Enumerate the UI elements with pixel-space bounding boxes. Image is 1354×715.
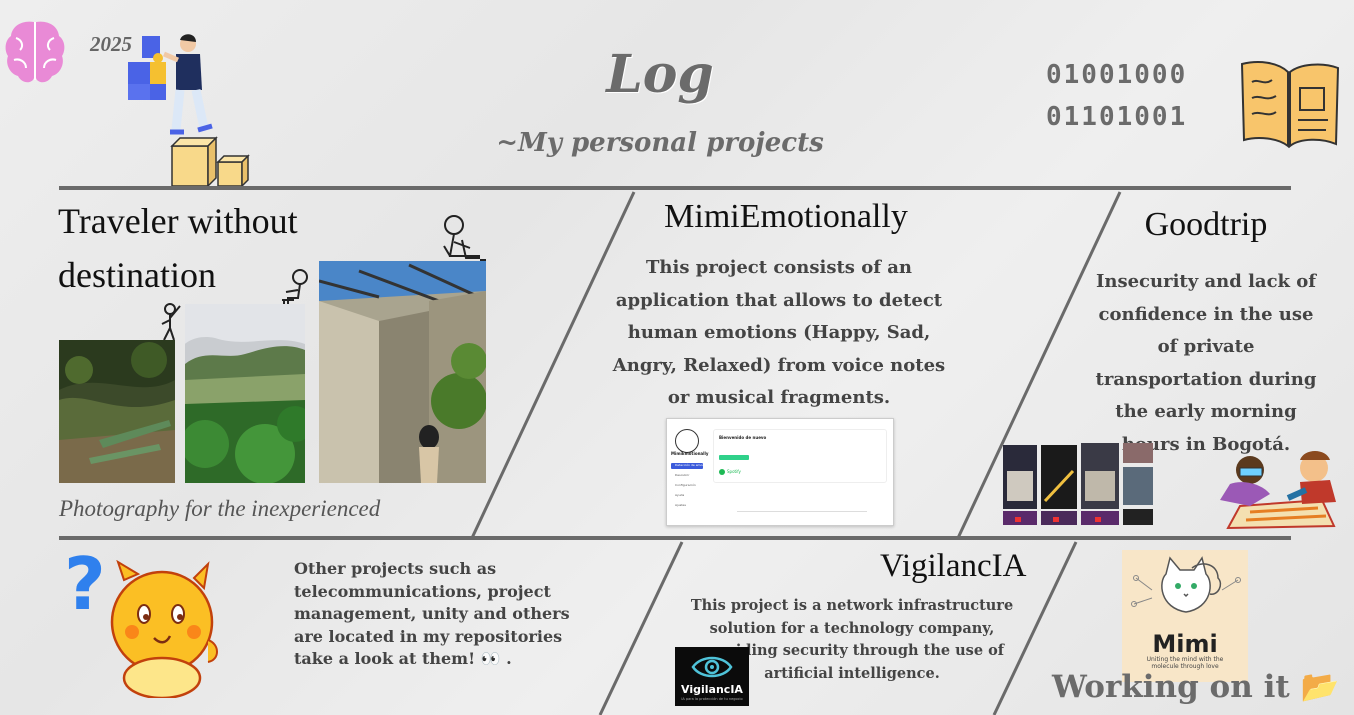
app-menu-item-1[interactable]: Detección de emoción — [675, 463, 709, 467]
goodtrip-description: Insecurity and lack of confidence in the… — [1095, 271, 1317, 455]
app-menu-item-4[interactable]: Ayuda — [675, 493, 684, 497]
question-mark-icon: ? — [64, 542, 106, 626]
puzzle-person-illustration — [126, 32, 214, 140]
binary-line-2: 01101001 — [1046, 102, 1188, 132]
traveler-title-line-2: destination — [58, 255, 216, 295]
cat-brain-icon — [1131, 556, 1241, 613]
binary-line-1: 01001000 — [1046, 60, 1188, 90]
mimi-emotionally-description: This project consists of an application … — [612, 257, 946, 408]
yellow-mascot-illustration — [104, 559, 222, 700]
mimi-emotionally-title: MimiEmotionally — [664, 198, 908, 235]
other-projects-text-end: . — [500, 649, 512, 669]
other-projects-text-body: Other projects such as telecommunication… — [294, 559, 570, 669]
stick-figure-laptop-icon — [440, 214, 488, 264]
app-menu-item-5[interactable]: Ajustes — [675, 503, 686, 507]
middle-divider — [59, 536, 1291, 540]
spotify-icon — [719, 469, 725, 475]
goodtrip-screenshot-collage — [1003, 441, 1157, 525]
photo-forest-path — [59, 340, 175, 483]
mimi-logo-text: Mimi — [1152, 630, 1218, 658]
page-subtitle: ~My personal projects — [496, 128, 824, 158]
top-divider — [59, 186, 1291, 190]
vigilancia-logo-sub: IA para la protección de tu negocio — [681, 697, 743, 701]
app-spotify-label: Spotify — [727, 469, 741, 474]
mimi-logo-card: Mimi Uniting the mind with the molecule … — [1122, 550, 1248, 682]
vigilancia-title: VigilancIA — [880, 548, 1027, 584]
stick-figure-waving-icon — [158, 302, 182, 342]
app-menu-item-2[interactable]: Descubrir — [675, 473, 689, 477]
mimi-emotionally-app-screenshot: MimiEmotionally Detección de emoción Des… — [666, 418, 894, 526]
open-book-icon — [1238, 58, 1342, 150]
page-title: Log — [606, 44, 714, 105]
goodtrip-title: Goodtrip — [1144, 206, 1268, 243]
app-menu-item-3[interactable]: Configuración — [675, 483, 696, 487]
vigilancia-logo-text: VigilancIA — [681, 683, 743, 696]
working-on-it-text: Working on it — [1052, 669, 1290, 705]
eyes-emoji-icon: 👀 — [480, 649, 501, 669]
kids-board-game-illustration — [1210, 450, 1346, 530]
app-welcome-text: Bienvenido de nuevo — [719, 435, 767, 440]
working-on-it-label: Working on it 📂 — [1052, 668, 1339, 705]
photo-mountain-valley — [185, 304, 305, 483]
brain-icon — [4, 18, 66, 86]
app-upload-button[interactable] — [719, 455, 749, 460]
traveler-caption: Photography for the inexperienced — [59, 496, 381, 521]
app-logo-icon — [675, 429, 699, 453]
photo-ruins-traveler — [319, 261, 486, 483]
app-brand: MimiEmotionally — [671, 451, 709, 456]
boxes-illustration — [170, 136, 252, 188]
folder-icon: 📂 — [1300, 669, 1340, 705]
app-footer-line — [737, 511, 867, 512]
vigilancia-logo: VigilancIA IA para la protección de tu n… — [675, 647, 749, 706]
traveler-title-line-1: Traveler without — [58, 201, 298, 241]
other-projects-text: Other projects such as telecommunication… — [294, 558, 604, 671]
